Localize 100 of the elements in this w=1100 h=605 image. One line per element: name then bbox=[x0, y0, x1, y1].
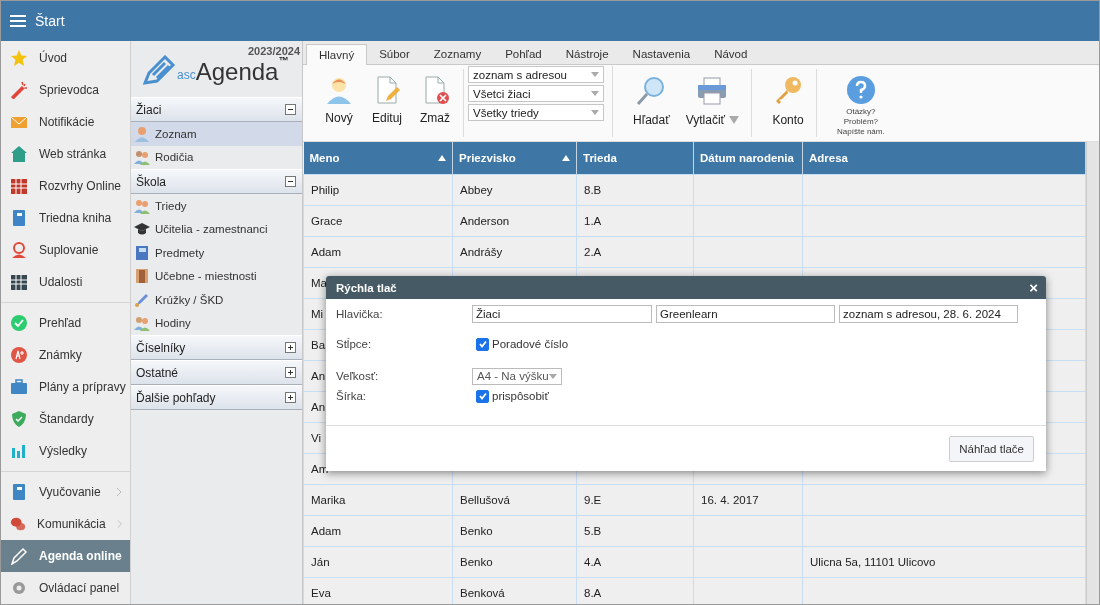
input-field[interactable]: Žiaci bbox=[472, 305, 652, 323]
toolbar-button[interactable]: Edituj bbox=[365, 73, 409, 127]
ribbon-tab[interactable]: Súbor bbox=[367, 44, 422, 64]
checkbox[interactable] bbox=[476, 389, 489, 403]
toolbar-button[interactable]: Zmaž bbox=[413, 73, 457, 127]
table-cell: 16. 4. 2017 bbox=[693, 484, 803, 516]
briefcase-icon bbox=[10, 378, 28, 396]
shield-icon bbox=[10, 410, 28, 428]
dropdown-arrow-icon bbox=[591, 110, 599, 115]
table-cell: Grace bbox=[303, 205, 453, 237]
input-field[interactable]: zoznam s adresou, 28. 6. 2024 bbox=[839, 305, 1018, 323]
toolbar-button[interactable]: Vytlačiť bbox=[679, 73, 746, 129]
person-outline-icon bbox=[10, 241, 28, 259]
nav-item[interactable]: Plány a prípravy bbox=[1, 371, 130, 403]
filter-dropdown[interactable]: Všetci žiaci bbox=[468, 85, 604, 102]
column-header[interactable]: Meno bbox=[303, 142, 453, 175]
ribbon-tab[interactable]: Hlavný bbox=[306, 44, 368, 65]
book-icon bbox=[134, 244, 150, 261]
people-icon bbox=[134, 197, 150, 214]
field-label: Hlavička: bbox=[336, 308, 384, 320]
toolbar-button[interactable]: Nový bbox=[317, 73, 361, 127]
section-item[interactable]: Učitelia - zamestnanci bbox=[131, 217, 302, 241]
top-bar-title: Štart bbox=[35, 13, 65, 29]
filter-dropdown[interactable]: Všetky triedy bbox=[468, 104, 604, 121]
section-item[interactable]: Triedy bbox=[131, 194, 302, 218]
chat-icon bbox=[10, 515, 26, 533]
nav-item[interactable]: Prehľad bbox=[1, 307, 130, 339]
nav-item[interactable]: Úvod bbox=[1, 42, 130, 74]
bar-chart-icon bbox=[10, 442, 28, 460]
section-header[interactable]: Číselníky bbox=[131, 335, 302, 360]
ribbon-tab[interactable]: Nastavenia bbox=[620, 44, 703, 64]
people-icon bbox=[134, 149, 150, 166]
collapse-icon[interactable] bbox=[285, 176, 296, 187]
school-year: 2023/2024 bbox=[248, 45, 300, 57]
section-header[interactable]: Ostatné bbox=[131, 360, 302, 385]
nav-item[interactable]: Suplovanie bbox=[1, 234, 130, 266]
field-label: Šírka: bbox=[336, 390, 368, 402]
scrollbar-track[interactable] bbox=[1086, 142, 1099, 604]
expand-icon[interactable] bbox=[285, 392, 296, 403]
nav-item[interactable]: Vyučovanie bbox=[1, 476, 130, 508]
nav-item[interactable]: Udalosti bbox=[1, 266, 130, 298]
column-header[interactable]: Trieda bbox=[576, 142, 694, 175]
nav-item[interactable]: Rozvrhy Online bbox=[1, 170, 130, 202]
nav-item[interactable]: Známky bbox=[1, 339, 130, 371]
close-button[interactable]: × bbox=[1029, 279, 1038, 296]
nav-item[interactable]: Štandardy bbox=[1, 403, 130, 435]
printer-icon bbox=[696, 75, 729, 107]
toolbar-button[interactable]: Hľadať bbox=[627, 73, 676, 129]
people-icon bbox=[134, 315, 150, 332]
gear-icon bbox=[10, 579, 28, 597]
pencil-icon bbox=[10, 547, 28, 565]
dropdown-arrow-icon bbox=[549, 373, 557, 379]
column-header[interactable]: Dátum narodenia bbox=[693, 142, 803, 175]
account-button[interactable]: Konto bbox=[766, 73, 811, 129]
checkbox[interactable] bbox=[476, 337, 489, 351]
ribbon-tab[interactable]: Zoznamy bbox=[421, 44, 494, 64]
input-field[interactable]: Greenlearn bbox=[656, 305, 835, 323]
dropdown-arrow-icon bbox=[591, 72, 599, 77]
person-icon bbox=[134, 125, 150, 142]
nav-item[interactable]: Agenda online bbox=[1, 540, 130, 572]
nav-item[interactable]: Ovládací panel bbox=[1, 572, 130, 604]
ribbon-tab[interactable]: Návod bbox=[702, 44, 760, 64]
filter-dropdown[interactable]: zoznam s adresou bbox=[468, 66, 604, 83]
person-icon bbox=[324, 75, 354, 105]
section-item[interactable]: Hodiny bbox=[131, 311, 302, 335]
nav-item[interactable]: Sprievodca bbox=[1, 74, 130, 106]
section-header[interactable]: Škola bbox=[131, 169, 302, 194]
ribbon-tab[interactable]: Nástroje bbox=[553, 44, 621, 64]
column-header[interactable]: Adresa bbox=[802, 142, 1086, 175]
expand-icon[interactable] bbox=[285, 367, 296, 378]
checkbox-option[interactable]: Poradové číslo bbox=[472, 337, 569, 351]
section-item[interactable]: Krúžky / ŠKD bbox=[131, 288, 302, 312]
nav-item[interactable]: Web stránka bbox=[1, 138, 130, 170]
nav-item[interactable]: Výsledky bbox=[1, 435, 130, 467]
print-preview-button[interactable]: Náhľad tlače bbox=[949, 435, 1034, 462]
expand-icon[interactable] bbox=[285, 342, 296, 353]
menu-icon[interactable] bbox=[10, 14, 26, 28]
section-header[interactable]: Žiaci bbox=[131, 97, 302, 122]
table-cell: Eva bbox=[303, 577, 453, 604]
table-cell: Abbey bbox=[452, 174, 577, 206]
section-item[interactable]: Učebne - miestnosti bbox=[131, 264, 302, 288]
ribbon-tab[interactable]: Pohľad bbox=[493, 44, 554, 64]
table-cell: Ulicna 5a, 11101 Ulicovo bbox=[802, 546, 1086, 578]
nav-item[interactable]: Notifikácie bbox=[1, 106, 130, 138]
collapse-icon[interactable] bbox=[285, 104, 296, 115]
table-cell: 8.A bbox=[576, 577, 694, 604]
size-dropdown[interactable]: A4 - Na výšku bbox=[472, 367, 562, 385]
checkbox-option[interactable]: prispôsobiť bbox=[472, 389, 549, 403]
section-item[interactable]: Zoznam bbox=[131, 122, 302, 146]
table-cell: Benková bbox=[452, 577, 577, 604]
table-cell: Adam bbox=[303, 236, 453, 268]
section-item[interactable]: Rodičia bbox=[131, 145, 302, 169]
door-icon bbox=[134, 268, 150, 285]
nav-item[interactable]: Komunikácia bbox=[1, 508, 130, 540]
section-item[interactable]: Predmety bbox=[131, 241, 302, 265]
section-header[interactable]: Ďalšie pohľady bbox=[131, 385, 302, 410]
nav-item[interactable]: Triedna kniha bbox=[1, 202, 130, 234]
table-cell: 4.A bbox=[576, 546, 694, 578]
help-button[interactable]: Otázky? Problém? Napíšte nám. bbox=[831, 73, 891, 139]
column-header[interactable]: Priezvisko bbox=[452, 142, 577, 175]
